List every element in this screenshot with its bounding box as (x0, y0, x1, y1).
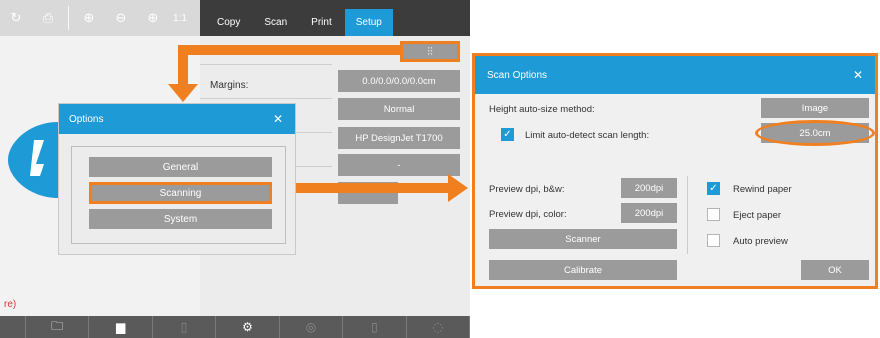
height-method-label: Height auto-size method: (489, 104, 595, 115)
scanner-button[interactable]: Scanner (489, 229, 677, 249)
arrow-path (178, 45, 188, 87)
zoom-actual-size-button[interactable]: 1:1 (173, 13, 187, 24)
options-titlebar: Options ✕ (59, 104, 295, 134)
sliders-icon: ⫶⫶ (427, 44, 433, 58)
printer-queue-icon[interactable]: ▆ (89, 316, 153, 338)
scanning-button[interactable]: Scanning (89, 182, 272, 204)
rewind-paper-checkbox[interactable]: ✓ (707, 182, 720, 195)
general-button[interactable]: General (89, 157, 272, 177)
zoom-fit-icon[interactable]: ⊕ (141, 6, 165, 30)
left-edge (0, 316, 26, 338)
tab-print[interactable]: Print (300, 9, 343, 36)
tab-copy[interactable]: Copy (206, 9, 251, 36)
hp-logo (8, 122, 58, 198)
arrow-head-right (448, 174, 468, 202)
arrow-path (178, 45, 402, 55)
disabled-icon: ◎ (280, 316, 344, 338)
limit-scan-length-label: Limit auto-detect scan length: (525, 130, 650, 141)
preview-color-button[interactable]: 200dpi (621, 203, 677, 223)
disabled-icon: ▯ (343, 316, 407, 338)
rewind-paper-label: Rewind paper (733, 184, 792, 195)
arrow-head-down (168, 84, 198, 102)
view-toolbar: ↻ ⎙ ⊕ ⊖ ⊕ 1:1 (0, 0, 200, 36)
scan-options-titlebar: Scan Options ✕ (475, 56, 875, 94)
preview-bw-button[interactable]: 200dpi (621, 178, 677, 198)
close-icon[interactable]: ✕ (273, 112, 283, 126)
options-title: Options (69, 113, 104, 125)
folder-icon[interactable]: 🗀 (26, 316, 90, 338)
main-tabs: Copy Scan Print Setup (200, 0, 470, 36)
limit-scan-length-checkbox[interactable]: ✓ (501, 128, 514, 141)
eject-paper-label: Eject paper (733, 210, 782, 221)
options-dialog: Options ✕ General Scanning System (58, 103, 296, 255)
printer-icon[interactable]: ⎙ (36, 6, 60, 30)
preview-color-label: Preview dpi, color: (489, 209, 567, 220)
tab-setup[interactable]: Setup (344, 9, 393, 36)
preview-bw-label: Preview dpi, b&w: (489, 184, 565, 195)
calibrate-button[interactable]: Calibrate (489, 260, 677, 280)
eject-paper-checkbox[interactable] (707, 208, 720, 221)
auto-preview-label: Auto preview (733, 236, 788, 247)
zoom-out-icon[interactable]: ⊖ (109, 6, 133, 30)
ok-button[interactable]: OK (801, 260, 869, 280)
auto-preview-checkbox[interactable] (707, 234, 720, 247)
system-button[interactable]: System (89, 209, 272, 229)
margins-label: Margins: (210, 80, 249, 91)
zoom-in-icon[interactable]: ⊕ (77, 6, 101, 30)
highlight-ring (755, 120, 875, 146)
bottom-toolbar: 🗀 ▆ ▯ ⚙ ◎ ▯ ◌ (0, 316, 471, 338)
rotate-icon[interactable]: ↻ (4, 6, 28, 30)
scan-options-dialog: Scan Options ✕ Height auto-size method: … (472, 53, 878, 289)
printer-button[interactable]: HP DesignJet T1700 (338, 127, 460, 149)
tab-scan[interactable]: Scan (253, 9, 298, 36)
margins-button[interactable]: 0.0/0.0/0.0/0.0cm (338, 70, 460, 92)
status-text: re) (4, 299, 17, 310)
options-group: General Scanning System (71, 146, 286, 244)
gear-icon[interactable]: ⚙ (216, 316, 280, 338)
options-button[interactable]: ⫶⫶ (400, 41, 460, 62)
document-icon[interactable]: ▯ (153, 316, 217, 338)
disabled-icon: ◌ (407, 316, 471, 338)
arrow-path (270, 183, 450, 193)
height-method-button[interactable]: Image (761, 98, 869, 118)
setting-button[interactable]: - (338, 154, 460, 176)
scan-options-title: Scan Options (487, 69, 548, 81)
close-icon[interactable]: ✕ (853, 68, 863, 82)
quality-button[interactable]: Normal (338, 98, 460, 120)
